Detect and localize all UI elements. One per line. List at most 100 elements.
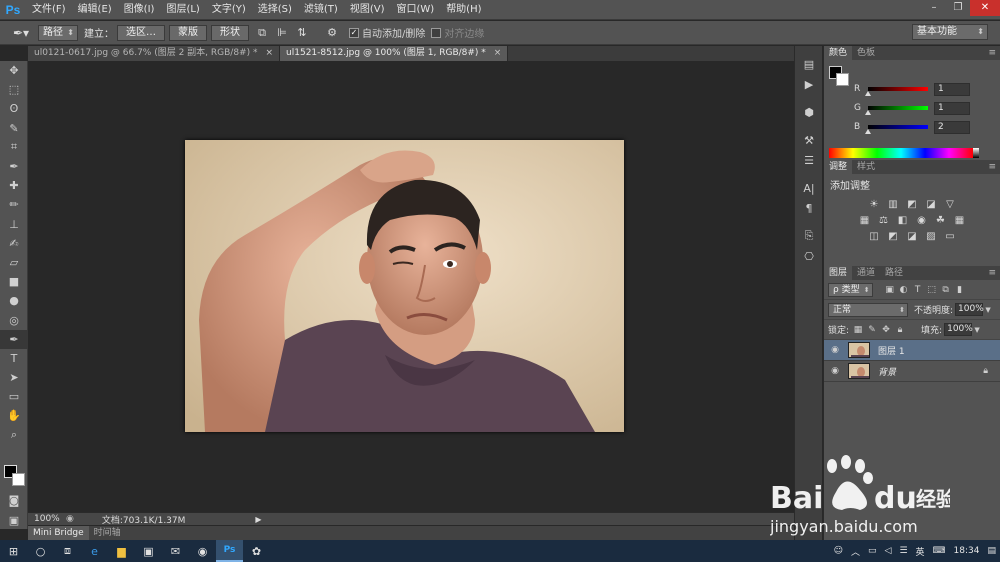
minimize-button[interactable]: – — [922, 0, 946, 16]
panel-menu-icon[interactable]: ≡ — [988, 46, 996, 60]
path-select-icon[interactable]: ➤ — [0, 368, 28, 387]
edge-browser-icon[interactable]: e — [81, 540, 108, 562]
menu-filter[interactable]: 滤镜(T) — [298, 0, 344, 20]
adjustment-icon[interactable]: ◩ — [906, 198, 919, 211]
eye-icon[interactable]: ◉ — [824, 345, 846, 355]
adjustment-icon[interactable]: ▭ — [944, 230, 957, 243]
adjustment-icon[interactable]: ▨ — [925, 230, 938, 243]
filter-adjustment-icon[interactable]: ◐ — [897, 285, 911, 295]
search-icon[interactable]: ○ — [27, 540, 54, 562]
slider-thumb[interactable] — [865, 110, 871, 115]
selection-button[interactable]: 选区… — [117, 24, 165, 41]
filter-pixel-icon[interactable]: ▣ — [883, 285, 897, 295]
store-icon[interactable]: ▣ — [135, 540, 162, 562]
restore-button[interactable]: ❐ — [946, 0, 970, 16]
filter-type-icon[interactable]: T — [911, 285, 925, 295]
lock-transparent-icon[interactable]: ▦ — [851, 325, 865, 335]
tab-mini-bridge[interactable]: Mini Bridge — [28, 526, 89, 540]
network-icon[interactable]: ▭ — [864, 546, 881, 556]
adjustment-icon[interactable]: ▦ — [858, 214, 871, 227]
type-icon[interactable]: T — [0, 349, 28, 368]
crop-icon[interactable]: ⌗ — [0, 138, 28, 157]
people-icon[interactable]: ☺ — [830, 546, 847, 556]
shape-button[interactable]: 形状 — [211, 24, 249, 41]
workspace-select[interactable]: 基本功能 — [912, 24, 988, 40]
pen-icon[interactable]: ✒ — [0, 329, 28, 349]
stamp-icon[interactable]: ⊥ — [0, 215, 28, 234]
close-icon[interactable]: × — [265, 46, 273, 61]
brush-icon[interactable]: ✏ — [0, 195, 28, 214]
screen-mode-icon[interactable]: ▣ — [0, 511, 28, 530]
brush-presets-icon[interactable]: ⚒ — [795, 130, 823, 150]
gear-icon[interactable]: ⚙ — [323, 24, 341, 42]
mask-button[interactable]: 蒙版 — [169, 24, 207, 41]
quick-select-icon[interactable]: ✎ — [0, 119, 28, 138]
color-spectrum[interactable] — [829, 148, 973, 158]
eye-icon[interactable]: ◉ — [824, 366, 846, 376]
lock-all-icon[interactable]: 🔒︎ — [893, 325, 907, 335]
notification-icon[interactable]: ▤ — [983, 546, 1000, 556]
layer-filter-select[interactable]: ρ 类型 — [828, 282, 873, 297]
adjustment-icon[interactable]: ⚖ — [877, 214, 890, 227]
canvas-area[interactable] — [28, 61, 794, 512]
lock-position-icon[interactable]: ✥ — [879, 325, 893, 335]
shape-icon[interactable]: ▭ — [0, 387, 28, 406]
slider-value[interactable]: 1 — [934, 101, 970, 115]
adjustment-icon[interactable]: ◧ — [896, 214, 909, 227]
opacity-field[interactable]: 100% — [955, 303, 984, 316]
path-arrangement-icon[interactable]: ⇅ — [293, 24, 311, 42]
tab-adjustments[interactable]: 调整 — [824, 160, 853, 174]
history-brush-icon[interactable]: ✍ — [0, 234, 28, 253]
lock-pixels-icon[interactable]: ✎ — [865, 325, 879, 335]
menu-edit[interactable]: 编辑(E) — [72, 0, 118, 20]
lasso-icon[interactable]: ʘ — [0, 99, 28, 118]
pen-icon[interactable]: ✒▾ — [4, 23, 38, 43]
slider-thumb[interactable] — [865, 91, 871, 96]
slider-value[interactable]: 2 — [934, 120, 970, 134]
adjustment-icon[interactable]: ◪ — [925, 198, 938, 211]
app-icon[interactable]: ✿ — [243, 540, 270, 562]
slider-track[interactable] — [865, 125, 928, 134]
menu-select[interactable]: 选择(S) — [252, 0, 298, 20]
color-swatches[interactable] — [4, 465, 26, 487]
adjustment-icon[interactable]: ▽ — [944, 198, 957, 211]
menu-image[interactable]: 图像(I) — [118, 0, 161, 20]
tab-color[interactable]: 颜色 — [824, 46, 853, 60]
eraser-icon[interactable]: ▱ — [0, 253, 28, 272]
chevron-down-icon[interactable]: ▼ — [972, 326, 982, 334]
panel-menu-icon[interactable]: ≡ — [988, 266, 996, 280]
actions-play-icon[interactable]: ▶ — [795, 74, 823, 94]
tab-paths[interactable]: 路径 — [880, 266, 908, 280]
fill-field[interactable]: 100% — [944, 323, 973, 336]
keyboard-icon[interactable]: ⌨ — [929, 546, 950, 556]
layer-row[interactable]: ◉ 背景 🔒︎ — [824, 361, 1000, 382]
close-button[interactable]: ✕ — [970, 0, 1000, 16]
app-icon[interactable]: ◉ — [189, 540, 216, 562]
slider-thumb[interactable] — [865, 129, 871, 134]
filter-smart-object-icon[interactable]: ⧉ — [939, 285, 953, 295]
tab-swatches[interactable]: 色板 — [852, 46, 880, 60]
pen-mode-select[interactable]: 路径 — [38, 24, 78, 41]
adjustment-icon[interactable]: ▥ — [887, 198, 900, 211]
slider-value[interactable]: 1 — [934, 82, 970, 96]
file-explorer-icon[interactable]: ▆ — [108, 540, 135, 562]
adjustment-icon[interactable]: ☘ — [934, 214, 947, 227]
task-view-icon[interactable]: ⧈ — [54, 540, 81, 562]
windows-start-icon[interactable]: ⊞ — [0, 540, 27, 562]
document-tab-1[interactable]: ul0121-0617.jpg @ 66.7% (图层 2 副本, RGB/8#… — [28, 46, 281, 61]
adjustment-icon[interactable]: ◫ — [868, 230, 881, 243]
healing-icon[interactable]: ✚ — [0, 176, 28, 195]
close-icon[interactable]: × — [494, 46, 502, 61]
brush-settings-icon[interactable]: ☰ — [795, 150, 823, 170]
menu-view[interactable]: 视图(V) — [344, 0, 391, 20]
chevron-down-icon[interactable]: ▼ — [983, 306, 993, 314]
background-color[interactable] — [12, 473, 25, 486]
menu-file[interactable]: 文件(F) — [26, 0, 72, 20]
path-operations-icon[interactable]: ⧉ — [253, 24, 271, 42]
document-image[interactable] — [185, 140, 624, 432]
blur-icon[interactable]: ● — [0, 291, 28, 310]
wifi-icon[interactable]: ☰ — [895, 546, 911, 556]
mail-icon[interactable]: ✉ — [162, 540, 189, 562]
clock[interactable]: 18:34 — [950, 546, 984, 556]
adjustment-icon[interactable]: ◉ — [915, 214, 928, 227]
